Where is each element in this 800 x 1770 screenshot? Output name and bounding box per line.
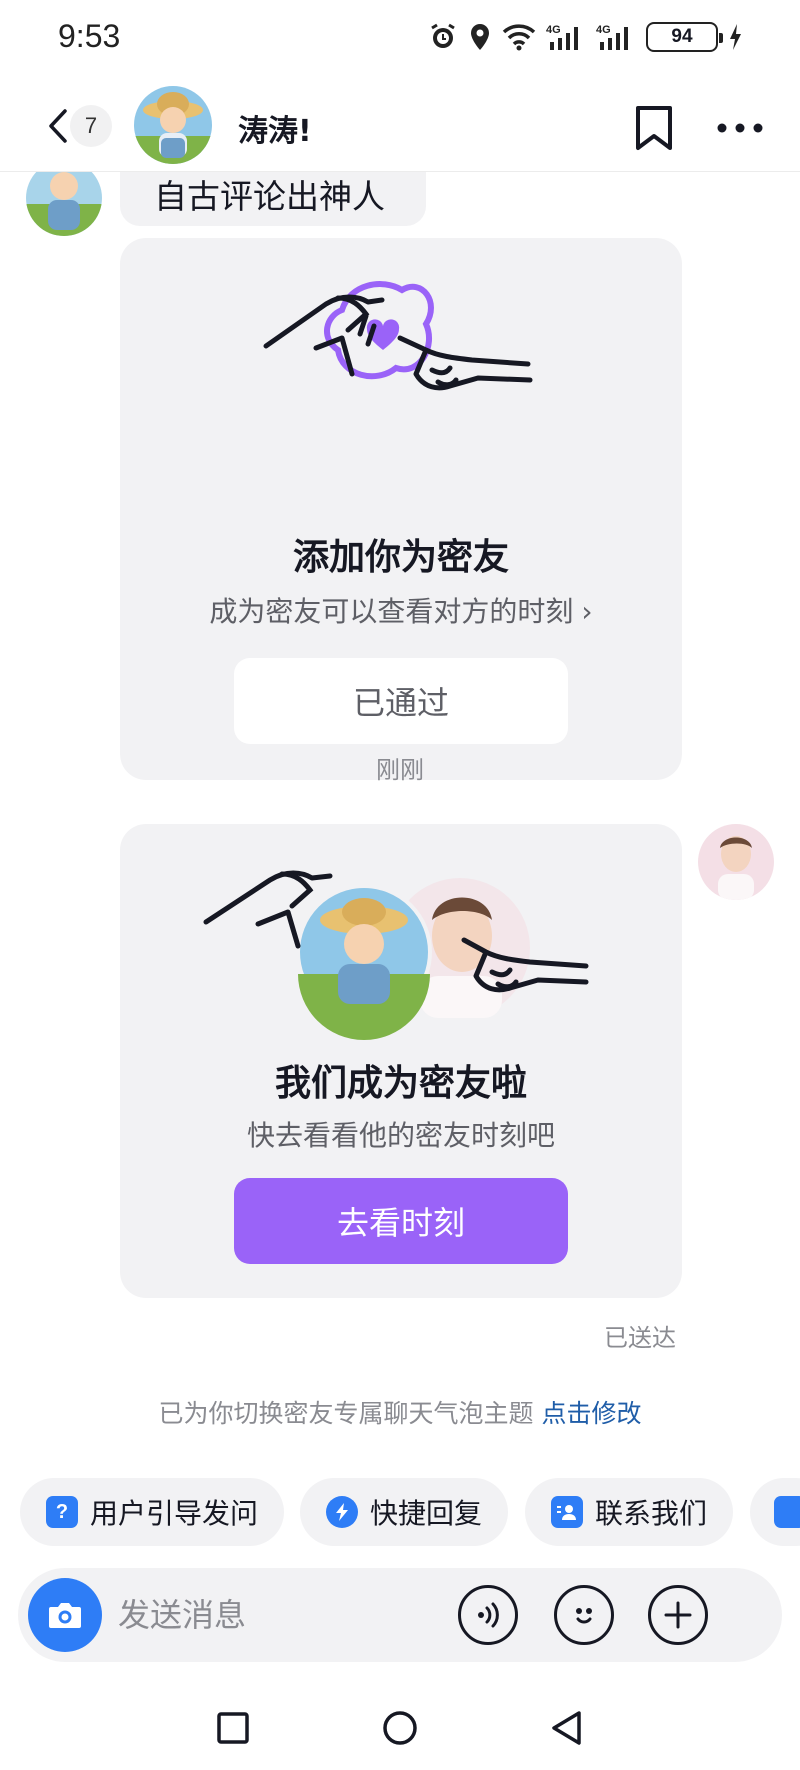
approved-button[interactable]: 已通过 [234,658,568,744]
circle-icon [383,1711,417,1745]
self-avatar[interactable] [698,824,774,900]
avatar-photo [698,824,774,900]
voice-button[interactable] [458,1585,518,1645]
system-navigation-bar [0,1690,800,1770]
chat-messages[interactable]: 自古评论出神人 添加你为密友 成为密友可以查看对方的时刻 › 已通过 刚刚 我们… [0,172,800,1462]
card-subtitle-link[interactable]: 成为密友可以查看对方的时刻 › [120,590,682,630]
signal-4g-icon-2: 4G [596,24,628,50]
chip-label: 快捷回复 [370,1497,483,1530]
charging-icon [730,24,741,50]
card-subtitle: 快去看看他的密友时刻吧 [246,1119,555,1152]
contacts-icon [551,1496,583,1528]
text-message-bubble[interactable]: 自古评论出神人 [120,172,426,226]
camera-button[interactable] [28,1578,102,1652]
square-icon [217,1712,249,1744]
system-notice-text: 已为你切换密友专属聊天气泡主题 [158,1399,534,1428]
battery-level: 94 [671,26,693,47]
card-title: 添加你为密友 [292,537,509,578]
camera-icon [49,1603,81,1628]
view-moments-button[interactable]: 去看时刻 [234,1178,568,1264]
recent-apps-button[interactable] [203,1698,263,1758]
delivery-status: 已送达 [604,1324,676,1352]
svg-text:4G: 4G [546,24,561,36]
plus-icon [664,1601,692,1629]
contact-avatar[interactable] [134,86,212,164]
svg-text:4G: 4G [596,24,611,36]
message-input[interactable] [118,1590,418,1640]
card-subtitle: 成为密友可以查看对方的时刻 [209,595,574,628]
quick-reply-chip-more[interactable] [750,1478,800,1546]
wifi-icon [502,24,536,51]
quick-reply-chip[interactable]: 快捷回复 [300,1478,509,1546]
became-friends-card: 我们成为密友啦 快去看看他的密友时刻吧 去看时刻 [120,824,682,1298]
friends-avatars-illustration [203,870,589,1040]
home-button[interactable] [370,1698,430,1758]
hands-heart-illustration [263,281,533,391]
emoji-button[interactable] [554,1585,614,1645]
status-time: 9:53 [58,18,121,54]
message-input-bar [18,1568,782,1662]
more-options-button[interactable] [712,104,768,152]
contact-name: 涛涛! [238,114,312,149]
modify-theme-link[interactable]: 点击修改 [542,1399,642,1428]
calendar-icon [774,1496,800,1528]
avatar-illustration [134,86,212,164]
location-icon [471,24,489,50]
card-title: 我们成为密友啦 [274,1063,527,1104]
system-notice: 已为你切换密友专属聊天气泡主题 点击修改 [0,1394,800,1430]
unread-count-badge[interactable]: 7 [70,105,112,147]
chevron-left-icon [49,109,67,143]
bookmark-icon [636,106,672,150]
battery-indicator: 94 [646,22,723,52]
chip-label: 联系我们 [595,1497,708,1530]
more-dots-icon [717,123,763,133]
chevron-right-icon: › [581,595,593,628]
chat-header: 7 涛涛! [0,80,800,172]
emoji-icon [576,1608,592,1624]
status-icons: 4G 4G 94 [428,22,742,52]
lightning-icon [326,1496,358,1528]
friend-request-card: 添加你为密友 成为密友可以查看对方的时刻 › 已通过 [120,238,682,780]
add-button[interactable] [648,1585,708,1645]
quick-reply-chips[interactable]: ? 用户引导发问 快捷回复 联系我们 [0,1478,800,1546]
peer-avatar[interactable] [26,172,102,236]
quick-reply-chip[interactable]: ? 用户引导发问 [20,1478,285,1546]
question-icon: ? [46,1496,78,1528]
signal-4g-icon: 4G [546,24,578,50]
avatar-illustration [26,172,102,236]
message-timestamp: 刚刚 [376,756,424,784]
quick-reply-chip[interactable]: 联系我们 [525,1478,734,1546]
chip-label: 用户引导发问 [90,1497,259,1530]
triangle-back-icon [552,1711,581,1745]
alarm-icon [431,23,455,48]
bookmark-button[interactable] [630,102,678,154]
voice-icon [478,1602,499,1628]
status-bar: 9:53 4G 4G 94 [0,0,800,80]
back-nav-button[interactable] [536,1698,596,1758]
